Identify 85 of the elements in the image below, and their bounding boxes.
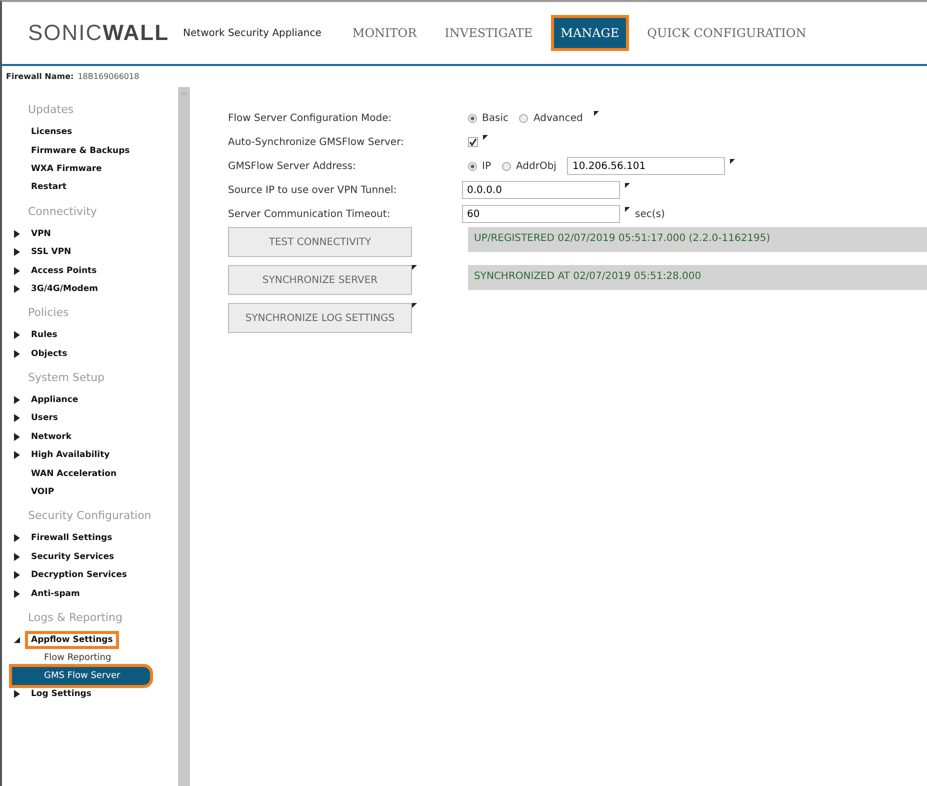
- nav-tab[interactable]: INVESTIGATE: [438, 18, 540, 48]
- tooltip-marker-icon[interactable]: [412, 303, 417, 308]
- nav-item[interactable]: Firmware & Backups: [28, 144, 133, 157]
- section-heading: System Setup: [27, 370, 106, 384]
- nav-item[interactable]: High Availability: [28, 449, 113, 462]
- nav-item[interactable]: 3G/4G/Modem: [28, 282, 101, 295]
- radio-button[interactable]: [468, 162, 477, 170]
- status-message: SYNCHRONIZED AT 02/07/2019 05:51:28.000: [468, 265, 927, 290]
- firewall-name-label: Firewall Name:: [6, 72, 74, 81]
- section-heading: Updates: [27, 103, 75, 116]
- field-label: Auto-Synchronize GMSFlow Server:: [228, 136, 405, 148]
- tooltip-marker-icon[interactable]: [730, 159, 736, 164]
- status-message: UP/REGISTERED 02/07/2019 05:51:17.000 (2.2.0-1162195): [468, 227, 927, 252]
- nav-item[interactable]: Anti-spam: [28, 588, 83, 600]
- radio-label: IP: [482, 160, 491, 172]
- expand-arrow-icon[interactable]: [14, 414, 20, 422]
- expand-arrow-icon[interactable]: [14, 534, 20, 542]
- firewall-name-value: 18B169066018: [78, 72, 140, 81]
- nav-item[interactable]: Network: [28, 430, 74, 443]
- expand-arrow-icon[interactable]: [14, 331, 20, 340]
- expand-arrow-icon[interactable]: [14, 552, 20, 561]
- expand-arrow-icon[interactable]: [14, 230, 20, 238]
- expand-arrow-icon[interactable]: [14, 432, 20, 441]
- tooltip-marker-icon[interactable]: [625, 207, 630, 212]
- radio-label: Advanced: [533, 112, 583, 124]
- tooltip-marker-icon[interactable]: [625, 183, 630, 188]
- action-button[interactable]: SYNCHRONIZE LOG SETTINGS: [228, 303, 412, 333]
- action-button[interactable]: SYNCHRONIZE SERVER: [228, 265, 412, 295]
- expand-arrow-icon[interactable]: [14, 571, 20, 580]
- nav-item[interactable]: Security Services: [28, 550, 118, 563]
- nav-item[interactable]: Objects: [28, 348, 70, 360]
- nav-tab[interactable]: QUICK CONFIGURATION: [640, 18, 814, 48]
- field-label: GMSFlow Server Address:: [228, 160, 357, 172]
- checkbox[interactable]: [468, 137, 478, 147]
- section-heading: Policies: [27, 306, 70, 320]
- expand-arrow-icon[interactable]: [14, 284, 20, 293]
- nav-item[interactable]: Rules: [28, 329, 60, 342]
- expand-arrow-icon[interactable]: [14, 248, 20, 256]
- section-heading: Security Configuration: [27, 509, 152, 522]
- nav-item[interactable]: WAN Acceleration: [28, 468, 120, 480]
- nav-subitem[interactable]: GMS Flow Server: [12, 667, 150, 686]
- timeout-field[interactable]: 60: [462, 205, 620, 223]
- radio-button[interactable]: [502, 162, 511, 170]
- expand-arrow-icon[interactable]: [14, 350, 20, 358]
- nav-item[interactable]: Log Settings: [28, 688, 94, 700]
- radio-button[interactable]: [519, 114, 528, 122]
- product-name: Network Security Appliance: [183, 28, 322, 38]
- nav-item[interactable]: WXA Firmware: [28, 162, 105, 175]
- scrollbar[interactable]: [178, 87, 190, 786]
- expand-arrow-icon[interactable]: [14, 266, 20, 275]
- nav-tab[interactable]: MONITOR: [345, 18, 424, 48]
- nav-item[interactable]: Access Points: [28, 264, 100, 277]
- expand-arrow-icon[interactable]: [14, 690, 20, 698]
- radio-label: AddrObj: [516, 160, 556, 172]
- nav-item[interactable]: Appliance: [28, 394, 82, 406]
- nav-item[interactable]: Restart: [28, 181, 70, 194]
- expand-arrow-icon[interactable]: [14, 590, 20, 598]
- action-button[interactable]: TEST CONNECTIVITY: [228, 227, 412, 257]
- nav-subitem[interactable]: Flow Reporting: [2, 649, 178, 668]
- section-heading: Logs & Reporting: [27, 610, 124, 624]
- address-field[interactable]: 10.206.56.101: [567, 157, 726, 175]
- radio-label: Basic: [482, 112, 508, 124]
- nav-item[interactable]: Firewall Settings: [28, 532, 116, 544]
- radio-button[interactable]: [468, 114, 477, 122]
- nav-item[interactable]: VOIP: [28, 486, 58, 498]
- nav-item[interactable]: Appflow Settings: [28, 634, 116, 646]
- logo: SONICWALL: [28, 20, 170, 46]
- nav-item[interactable]: VPN: [28, 228, 54, 240]
- unit-label: sec(s): [635, 208, 665, 220]
- nav-item[interactable]: Users: [28, 412, 61, 424]
- field-label: Server Communication Timeout:: [228, 208, 392, 220]
- section-heading: Connectivity: [27, 204, 98, 218]
- nav-tab[interactable]: MANAGE: [554, 18, 626, 48]
- tooltip-marker-icon[interactable]: [594, 111, 599, 116]
- nav-item[interactable]: Licenses: [28, 126, 76, 138]
- expand-arrow-icon[interactable]: [14, 451, 20, 460]
- nav-item[interactable]: SSL VPN: [28, 246, 74, 258]
- collapse-arrow-icon[interactable]: [14, 636, 20, 644]
- nav-item[interactable]: Decryption Services: [28, 569, 130, 582]
- expand-arrow-icon[interactable]: [14, 396, 20, 404]
- source-ip-field[interactable]: 0.0.0.0: [462, 181, 620, 199]
- tooltip-marker-icon[interactable]: [483, 135, 488, 140]
- tooltip-marker-icon[interactable]: [412, 265, 417, 270]
- field-label: Flow Server Configuration Mode:: [228, 112, 393, 124]
- field-label: Source IP to use over VPN Tunnel:: [228, 184, 398, 196]
